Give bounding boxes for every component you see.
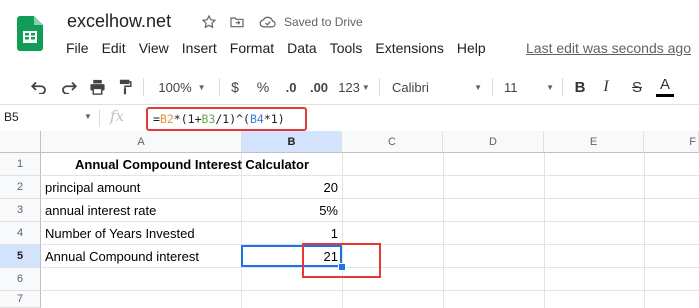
toolbar-divider	[219, 78, 220, 96]
formula-ref-b3: B3	[201, 112, 216, 126]
menu-extensions[interactable]: Extensions	[375, 40, 443, 60]
highlight-annotation	[302, 243, 381, 278]
font-family-value: Calibri	[392, 79, 429, 95]
formula-ref-b2: B2	[159, 112, 174, 126]
formula-bar-divider	[99, 109, 100, 127]
font-size-select[interactable]: 11 ▼	[504, 70, 554, 104]
name-box[interactable]: B5	[4, 110, 19, 124]
gridline	[544, 153, 545, 308]
gridline	[41, 290, 699, 291]
increase-decimal-label: .00	[309, 79, 329, 95]
text-color-label: A	[659, 76, 670, 93]
cloud-saved-icon[interactable]	[259, 14, 277, 30]
decrease-decimal-label: .0	[285, 79, 297, 95]
row-header-2[interactable]: 2	[0, 176, 41, 199]
save-status: Saved to Drive	[284, 15, 363, 29]
select-all-corner[interactable]	[0, 131, 41, 153]
fx-icon: fx	[110, 107, 125, 125]
formula-bar: B5 ▼ fx =B2*(1+B3/1)^(B4*1)	[0, 104, 699, 132]
decrease-decimal-button[interactable]: .0	[282, 70, 300, 104]
gridline	[342, 153, 343, 308]
last-edit-link[interactable]: Last edit was seconds ago	[526, 40, 691, 56]
font-family-select[interactable]: Calibri ▼	[392, 70, 482, 104]
column-header-f[interactable]: F	[644, 131, 699, 153]
cell-a5[interactable]: Annual Compound interest	[41, 245, 242, 268]
row-header-3[interactable]: 3	[0, 199, 41, 222]
cell-a2[interactable]: principal amount	[41, 176, 242, 199]
star-icon[interactable]	[201, 14, 217, 30]
menu-data[interactable]: Data	[287, 40, 317, 60]
redo-button[interactable]	[58, 70, 80, 104]
column-header-d[interactable]: D	[443, 131, 544, 153]
toolbar-divider	[562, 78, 563, 96]
font-size-value: 11	[504, 79, 518, 95]
gridline	[644, 153, 645, 308]
formula-part: /1)^(	[215, 112, 250, 126]
column-header-e[interactable]: E	[544, 131, 644, 153]
formula-ref-b4: B4	[249, 112, 264, 126]
chevron-down-icon: ▼	[474, 82, 482, 92]
cell-b2[interactable]: 20	[242, 176, 342, 199]
column-header-a[interactable]: A	[41, 131, 242, 153]
toolbar-divider	[492, 78, 493, 96]
document-title[interactable]: excelhow.net	[67, 11, 171, 32]
chevron-down-icon: ▼	[361, 82, 370, 92]
menu-format[interactable]: Format	[230, 40, 274, 60]
sheets-logo-icon[interactable]	[17, 16, 43, 51]
zoom-select[interactable]: 100% ▼	[152, 70, 212, 104]
formula-part: =	[153, 112, 160, 126]
toolbar: 100% ▼ $ % .0 .00 123 ▼ Calibri ▼ 11 ▼ B…	[0, 70, 699, 104]
menu-insert[interactable]: Insert	[182, 40, 217, 60]
column-header-b[interactable]: B	[242, 131, 342, 153]
more-formats-select[interactable]: 123 ▼	[336, 70, 372, 104]
row-header-1[interactable]: 1	[0, 153, 41, 176]
move-to-folder-icon[interactable]	[229, 14, 245, 30]
menu-help[interactable]: Help	[457, 40, 486, 60]
menu-edit[interactable]: Edit	[102, 40, 126, 60]
formula-input[interactable]: =B2*(1+B3/1)^(B4*1)	[146, 107, 307, 131]
formula-part: *(1+	[173, 112, 202, 126]
undo-button[interactable]	[28, 70, 50, 104]
column-header-c[interactable]: C	[342, 131, 443, 153]
bold-button[interactable]: B	[572, 70, 588, 104]
chevron-down-icon: ▼	[197, 82, 206, 92]
currency-format-button[interactable]: $	[227, 70, 243, 104]
formula-part: *1)	[263, 112, 285, 126]
menu-view[interactable]: View	[139, 40, 169, 60]
menu-file[interactable]: File	[66, 40, 89, 60]
paint-format-button[interactable]	[115, 70, 135, 104]
row-header-7[interactable]: 7	[0, 291, 41, 308]
increase-decimal-button[interactable]: .00	[306, 70, 332, 104]
strikethrough-button[interactable]: S	[629, 70, 645, 104]
text-color-button[interactable]: A	[656, 70, 674, 104]
print-icon	[89, 79, 105, 95]
menu-bar: File Edit View Insert Format Data Tools …	[66, 40, 499, 60]
cell-a4[interactable]: Number of Years Invested	[41, 222, 242, 245]
cell-b4[interactable]: 1	[242, 222, 342, 245]
paint-format-icon	[119, 79, 132, 95]
menu-tools[interactable]: Tools	[330, 40, 363, 60]
undo-icon	[30, 81, 46, 94]
chevron-down-icon[interactable]: ▼	[84, 112, 92, 121]
toolbar-divider	[143, 78, 144, 96]
more-formats-label: 123	[338, 79, 360, 95]
cell-a1[interactable]: Annual Compound Interest Calculator	[41, 153, 343, 176]
row-header-5[interactable]: 5	[0, 245, 41, 268]
row-header-4[interactable]: 4	[0, 222, 41, 245]
spreadsheet-grid: A B C D E F 1 2 3 4 5 6 7 Annual Compoun…	[0, 131, 699, 308]
print-button[interactable]	[86, 70, 108, 104]
cell-a3[interactable]: annual interest rate	[41, 199, 242, 222]
percent-format-button[interactable]: %	[254, 70, 272, 104]
redo-icon	[62, 81, 78, 94]
cell-b3[interactable]: 5%	[242, 199, 342, 222]
chevron-down-icon: ▼	[546, 82, 554, 92]
row-header-6[interactable]: 6	[0, 268, 41, 291]
gridline	[443, 153, 444, 308]
toolbar-divider	[379, 78, 380, 96]
italic-button[interactable]: I	[598, 70, 614, 104]
zoom-value: 100%	[158, 79, 192, 95]
text-color-swatch	[656, 94, 674, 97]
